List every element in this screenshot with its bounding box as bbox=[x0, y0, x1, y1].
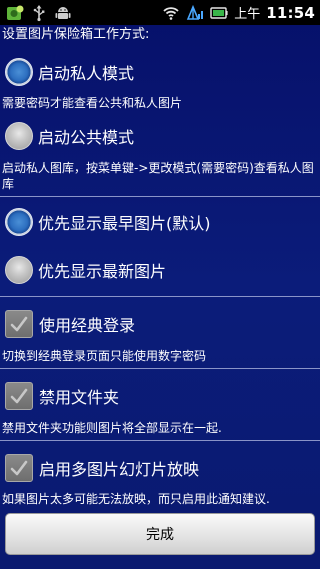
section-divider bbox=[0, 368, 320, 369]
classic-login-description: 切换到经典登录页面只能使用数字密码 bbox=[2, 349, 207, 363]
checkbox-option-slideshow[interactable]: 启用多图片幻灯片放映 bbox=[0, 452, 320, 484]
battery-icon bbox=[210, 4, 228, 22]
disable-folders-label: 禁用文件夹 bbox=[39, 388, 120, 407]
checkbox-checked-icon[interactable] bbox=[5, 310, 33, 338]
radio-button-selected-icon[interactable] bbox=[5, 208, 33, 236]
earliest-first-label: 优先显示最早图片(默认) bbox=[38, 214, 211, 233]
radio-button-selected-icon[interactable] bbox=[5, 58, 33, 86]
android-debug-icon[interactable] bbox=[54, 4, 72, 22]
wifi-icon bbox=[162, 4, 180, 22]
slideshow-description: 如果图片太多可能无法放映，而只启用此通知建议. bbox=[2, 492, 270, 506]
usb-icon[interactable] bbox=[30, 4, 48, 22]
disable-folders-description: 禁用文件夹功能则图片将全部显示在一起. bbox=[2, 421, 222, 435]
settings-title: 设置图片保险箱工作方式: bbox=[2, 27, 150, 42]
status-bar-notifications bbox=[0, 4, 72, 22]
radio-option-earliest-first[interactable]: 优先显示最早图片(默认) bbox=[0, 205, 320, 239]
app-notification-icon[interactable] bbox=[6, 4, 24, 22]
checkbox-checked-icon[interactable] bbox=[5, 382, 33, 410]
status-time: 11:54 bbox=[266, 3, 315, 22]
status-bar: 上午 11:54 bbox=[0, 0, 320, 25]
latest-first-label: 优先显示最新图片 bbox=[38, 262, 167, 281]
section-divider bbox=[0, 196, 320, 197]
private-mode-description: 需要密码才能查看公共和私人图片 bbox=[2, 96, 183, 110]
public-mode-description: 启动私人图库，按菜单键->更改模式(需要密码)查看私人图库 bbox=[2, 161, 314, 191]
checkbox-option-classic-login[interactable]: 使用经典登录 bbox=[0, 308, 320, 340]
radio-option-latest-first[interactable]: 优先显示最新图片 bbox=[0, 253, 320, 287]
section-divider bbox=[0, 440, 320, 441]
checkbox-checked-icon[interactable] bbox=[5, 454, 33, 482]
section-divider bbox=[0, 296, 320, 297]
done-button[interactable]: 完成 bbox=[5, 513, 315, 555]
radio-button-unselected-icon[interactable] bbox=[5, 256, 33, 284]
classic-login-label: 使用经典登录 bbox=[39, 316, 136, 335]
radio-option-public-mode[interactable]: 启动公共模式 bbox=[0, 119, 320, 153]
status-ampm: 上午 bbox=[234, 7, 261, 22]
slideshow-label: 启用多图片幻灯片放映 bbox=[39, 460, 200, 479]
radio-option-private-mode[interactable]: 启动私人模式 bbox=[0, 55, 320, 89]
public-mode-label: 启动公共模式 bbox=[38, 128, 135, 147]
signal-icon bbox=[186, 4, 204, 22]
radio-button-unselected-icon[interactable] bbox=[5, 122, 33, 150]
settings-screen: 上午 11:54 设置图片保险箱工作方式: 启动私人模式 需要密码才能查看公共和… bbox=[0, 0, 320, 569]
checkbox-option-disable-folders[interactable]: 禁用文件夹 bbox=[0, 380, 320, 412]
status-bar-system: 上午 11:54 bbox=[162, 3, 320, 22]
private-mode-label: 启动私人模式 bbox=[38, 64, 135, 83]
